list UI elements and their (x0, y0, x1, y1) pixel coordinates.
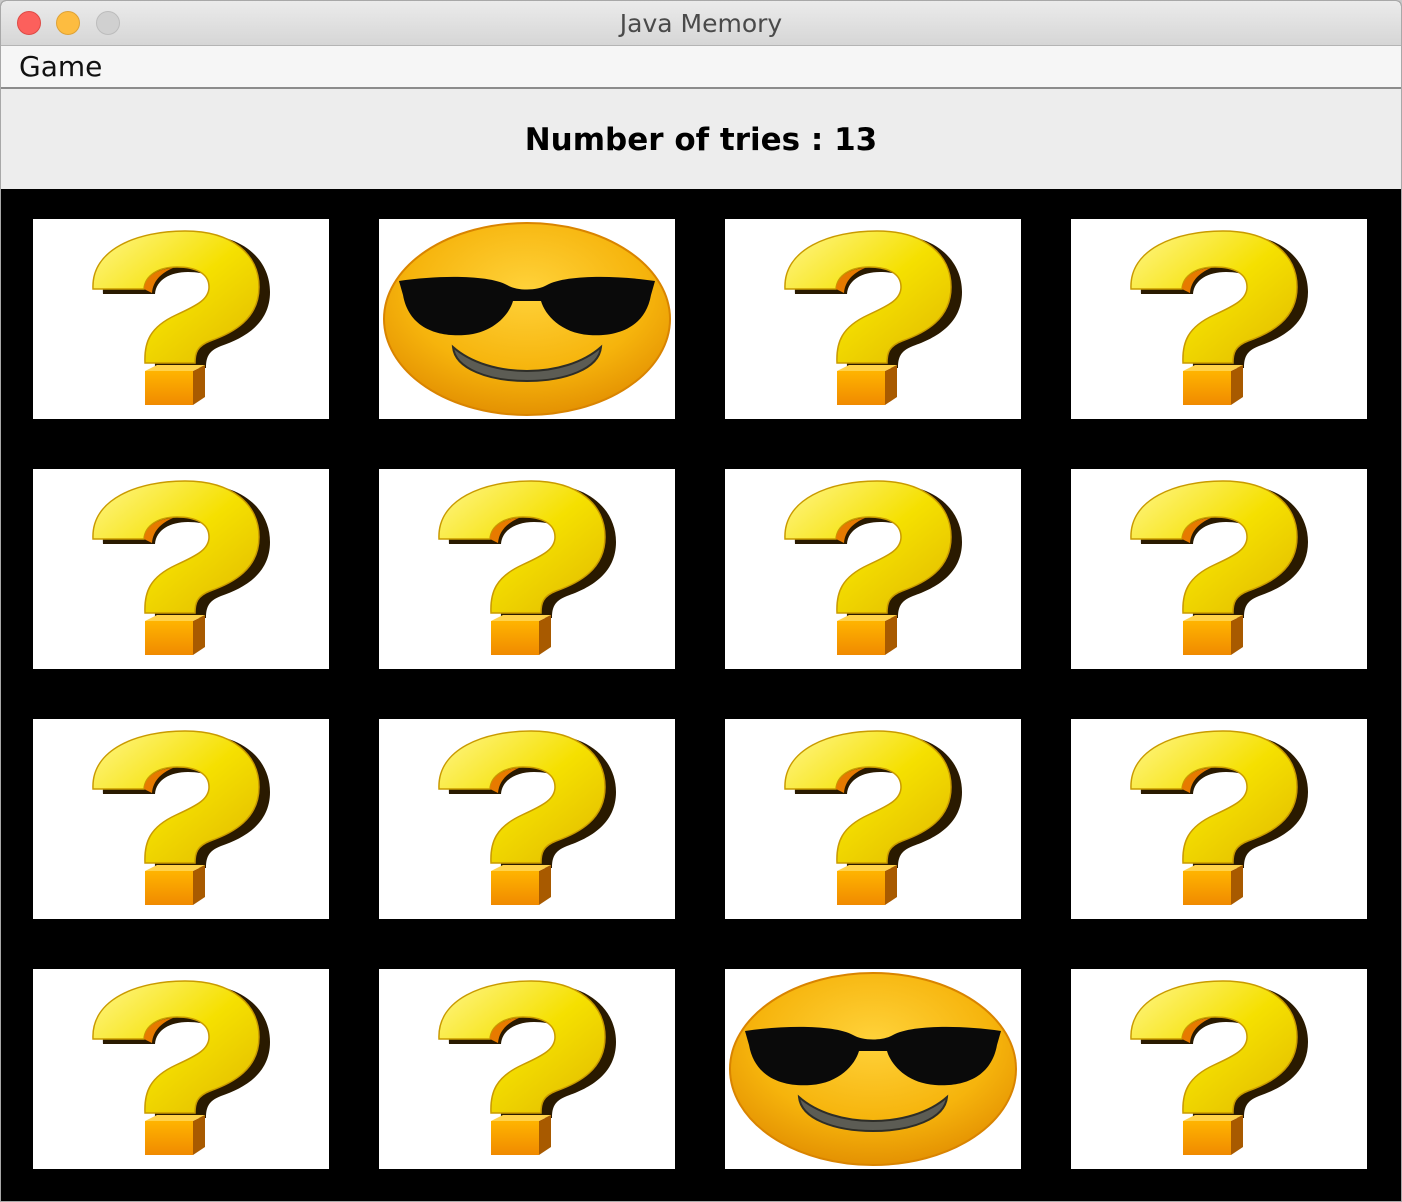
question-mark-icon (1071, 219, 1367, 419)
question-mark-icon (379, 719, 675, 919)
question-mark-icon (33, 469, 329, 669)
card-board (1, 189, 1401, 1201)
menu-game[interactable]: Game (19, 50, 102, 84)
menu-bar: Game (1, 46, 1401, 89)
card-face-down[interactable] (379, 469, 675, 669)
card-face-down[interactable] (379, 969, 675, 1169)
card-face-down[interactable] (33, 219, 329, 419)
question-mark-icon (33, 969, 329, 1169)
app-window: Java Memory Game Number of tries : 13 (0, 0, 1402, 1202)
question-mark-icon (1071, 469, 1367, 669)
question-mark-icon (33, 719, 329, 919)
card-face-down[interactable] (725, 469, 1021, 669)
card-face-down[interactable] (33, 469, 329, 669)
card-face-up[interactable] (379, 219, 675, 419)
question-mark-icon (33, 219, 329, 419)
sunglasses-smiley-icon (379, 219, 675, 419)
question-mark-icon (1071, 969, 1367, 1169)
card-face-down[interactable] (1071, 719, 1367, 919)
card-face-down[interactable] (379, 719, 675, 919)
card-face-down[interactable] (1071, 219, 1367, 419)
card-face-down[interactable] (725, 719, 1021, 919)
question-mark-icon (725, 719, 1021, 919)
card-face-down[interactable] (33, 719, 329, 919)
question-mark-icon (379, 469, 675, 669)
card-face-up[interactable] (725, 969, 1021, 1169)
question-mark-icon (725, 219, 1021, 419)
title-bar: Java Memory (1, 1, 1401, 46)
question-mark-icon (1071, 719, 1367, 919)
card-face-down[interactable] (1071, 969, 1367, 1169)
card-face-down[interactable] (1071, 469, 1367, 669)
question-mark-icon (379, 969, 675, 1169)
status-panel: Number of tries : 13 (1, 89, 1401, 189)
card-face-down[interactable] (725, 219, 1021, 419)
sunglasses-smiley-icon (725, 969, 1021, 1169)
tries-counter: Number of tries : 13 (524, 122, 878, 158)
question-mark-icon (725, 469, 1021, 669)
card-face-down[interactable] (33, 969, 329, 1169)
window-title: Java Memory (619, 9, 783, 38)
